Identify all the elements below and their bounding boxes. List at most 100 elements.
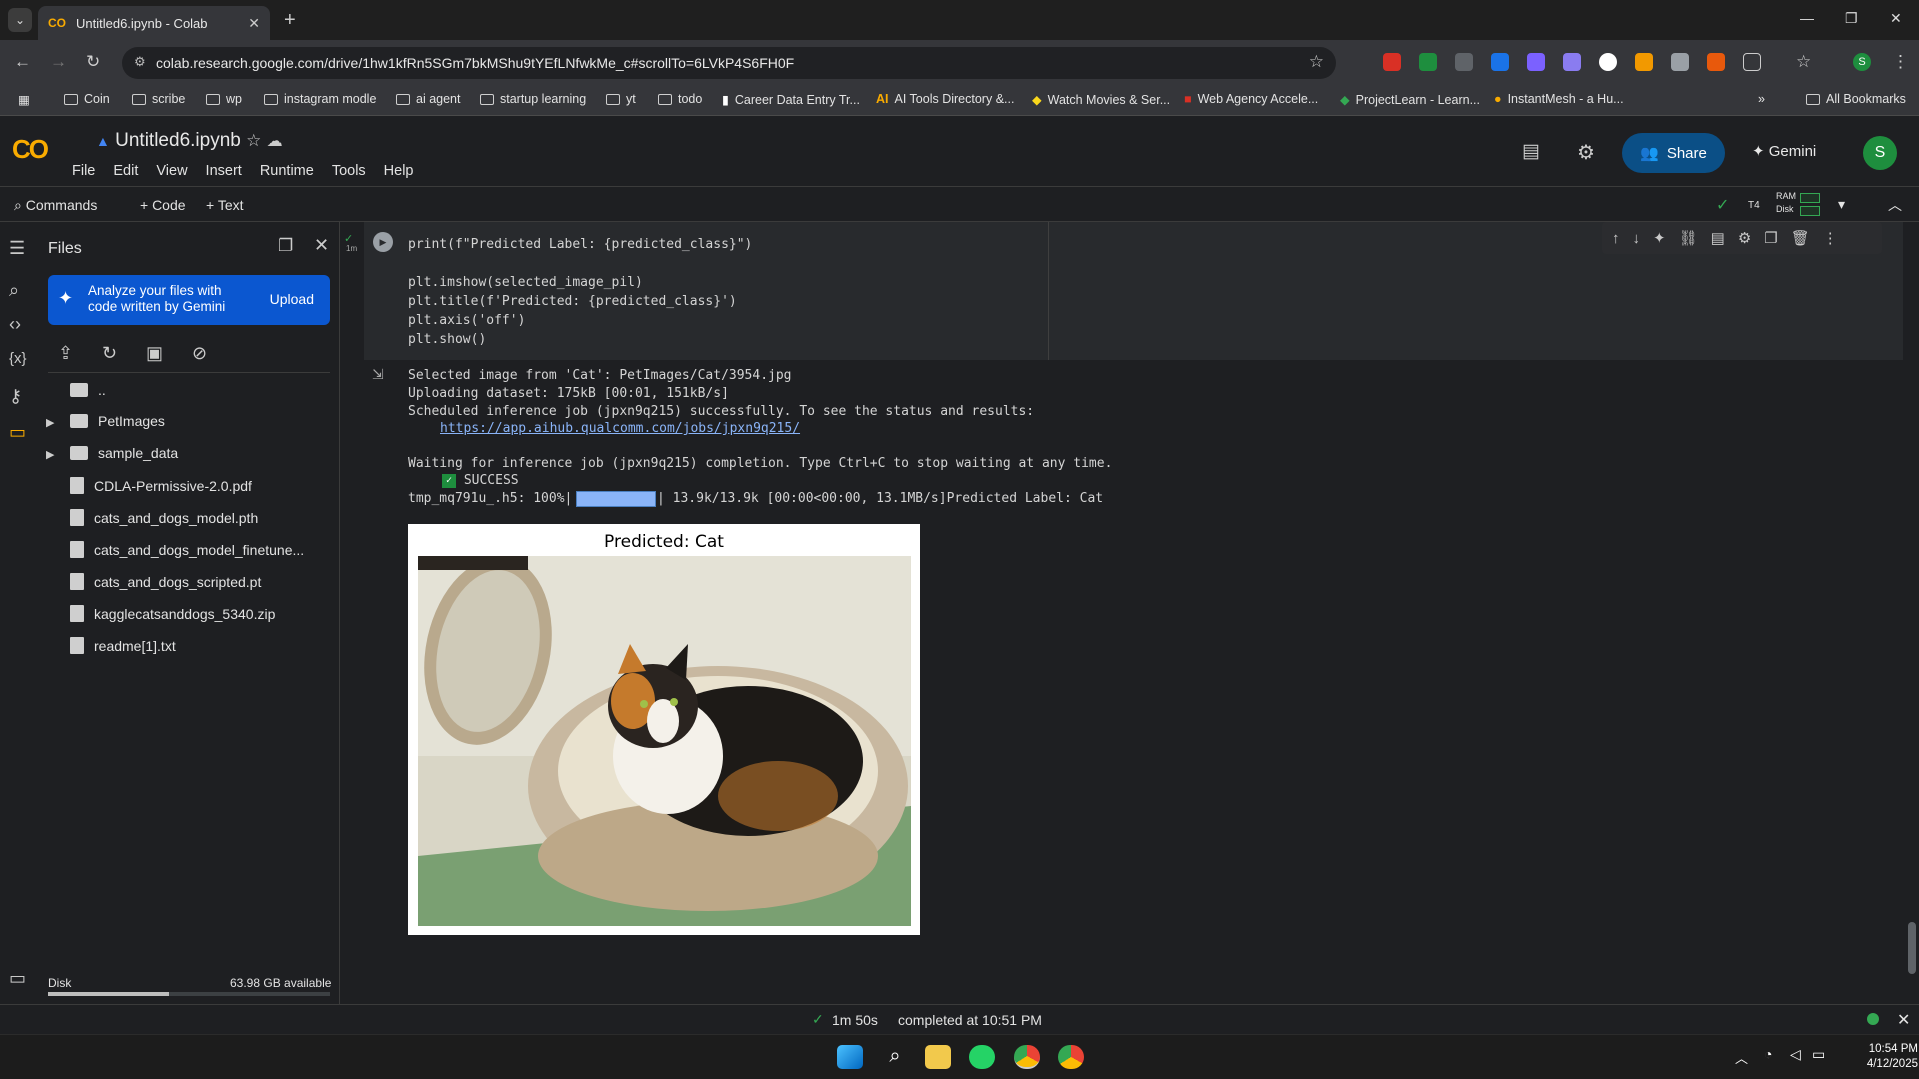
run-cell-button[interactable]: ▶ (373, 232, 393, 252)
upload-button[interactable]: Upload (270, 291, 314, 307)
close-tab-icon[interactable]: ✕ (248, 15, 260, 32)
refresh-icon[interactable]: ↻ (102, 343, 117, 364)
notebook-title[interactable]: ▲ Untitled6.ipynb ☆ ☁ (96, 130, 283, 152)
whatsapp-icon[interactable] (969, 1045, 995, 1069)
tab-search-button[interactable]: ⌄ (8, 8, 32, 32)
runtime-dropdown-icon[interactable]: ▾ (1838, 196, 1845, 213)
bookmark-item[interactable]: wp (206, 92, 242, 106)
profile-avatar[interactable]: S (1853, 53, 1871, 71)
expand-caret-icon[interactable]: ▶ (46, 448, 54, 461)
file-item-folder[interactable]: PetImages (70, 413, 165, 429)
add-text-button[interactable]: + Text (206, 197, 244, 213)
resource-monitor[interactable]: RAM Disk (1776, 190, 1796, 216)
bookmark-item[interactable]: instagram modle (264, 92, 376, 106)
browser-menu-icon[interactable]: ⋮ (1892, 52, 1909, 72)
move-up-icon[interactable]: ↑ (1612, 230, 1620, 247)
runtime-type[interactable]: T4 (1748, 200, 1760, 211)
gemini-analyze-banner[interactable]: ✦ Analyze your files with code written b… (48, 275, 330, 325)
restore-icon[interactable]: ❐ (1845, 10, 1858, 27)
extension-icon[interactable] (1671, 53, 1689, 71)
run-duration[interactable]: 1m 50s (832, 1012, 878, 1028)
settings-gear-icon[interactable]: ⚙ (1577, 140, 1595, 165)
delete-icon[interactable]: 🗑 (1791, 229, 1810, 247)
taskbar-clock[interactable]: 10:54 PM 4/12/2025 (1858, 1042, 1918, 1072)
extension-icon[interactable] (1419, 53, 1437, 71)
bookmark-item[interactable]: ▮ Career Data Entry Tr... (722, 92, 860, 108)
bookmark-star-icon[interactable]: ☆ (1309, 52, 1324, 72)
file-item[interactable]: CDLA-Permissive-2.0.pdf (70, 477, 252, 494)
file-item[interactable]: cats_and_dogs_scripted.pt (70, 573, 261, 590)
files-folder-icon[interactable]: ▭ (9, 422, 26, 443)
apps-grid-icon[interactable]: ▦ (18, 92, 30, 107)
close-status-icon[interactable]: ✕ (1897, 1010, 1910, 1030)
windows-start-icon[interactable] (837, 1045, 863, 1069)
reload-icon[interactable]: ↻ (86, 52, 100, 72)
code-snippets-icon[interactable]: ‹› (9, 314, 21, 335)
extension-icon[interactable] (1491, 53, 1509, 71)
table-of-contents-icon[interactable]: ☰ (9, 238, 25, 259)
chrome-icon[interactable] (1014, 1045, 1040, 1069)
menu-tools[interactable]: Tools (332, 163, 366, 179)
variables-icon[interactable]: {x} (9, 350, 27, 367)
new-tab-button[interactable]: + (284, 9, 296, 32)
back-icon[interactable]: ← (14, 52, 31, 72)
menu-insert[interactable]: Insert (206, 163, 242, 179)
forward-icon[interactable]: → (50, 52, 67, 72)
bookmark-item[interactable]: AI AI Tools Directory &... (876, 92, 1014, 106)
colab-logo[interactable]: CO (12, 134, 49, 165)
file-item[interactable]: cats_and_dogs_model.pth (70, 509, 258, 526)
bookmark-item[interactable]: ai agent (396, 92, 460, 106)
bookmark-item[interactable]: scribe (132, 92, 185, 106)
more-actions-icon[interactable]: ⋮ (1823, 229, 1838, 247)
collapse-header-icon[interactable]: ︿ (1888, 195, 1902, 215)
share-button[interactable]: 👥 Share (1622, 133, 1725, 173)
star-icon[interactable]: ☆ (246, 131, 261, 150)
menu-edit[interactable]: Edit (113, 163, 138, 179)
file-item[interactable]: readme[1].txt (70, 637, 176, 654)
bookmark-item[interactable]: ◆ ProjectLearn - Learn... (1340, 92, 1480, 108)
expand-caret-icon[interactable]: ▶ (46, 416, 54, 429)
wifi-icon[interactable]: ◔ (1764, 1046, 1772, 1062)
bookmarks-icon[interactable]: ☆ (1796, 52, 1811, 72)
bookmark-item[interactable]: ● InstantMesh - a Hu... (1494, 92, 1624, 106)
find-replace-icon[interactable]: ⌕ (9, 280, 19, 301)
extensions-puzzle-icon[interactable] (1743, 53, 1761, 71)
file-item-parent[interactable]: .. (70, 382, 106, 398)
extension-icon[interactable] (1527, 53, 1545, 71)
file-item[interactable]: cats_and_dogs_model_finetune... (70, 541, 304, 558)
menu-help[interactable]: Help (384, 163, 414, 179)
file-explorer-icon[interactable] (925, 1045, 951, 1069)
bookmark-item[interactable]: Coin (64, 92, 110, 106)
file-item-folder[interactable]: sample_data (70, 445, 178, 461)
scrollbar-thumb[interactable] (1908, 922, 1916, 974)
cell-settings-icon[interactable]: ⚙ (1738, 229, 1751, 247)
volume-icon[interactable]: ◁ (1790, 1046, 1801, 1063)
more-bookmarks-icon[interactable]: » (1758, 92, 1765, 106)
battery-icon[interactable]: ▭ (1812, 1046, 1825, 1063)
hide-files-eye-icon[interactable]: ⊘ (192, 343, 207, 364)
bookmark-item[interactable]: yt (606, 92, 636, 106)
move-down-icon[interactable]: ↓ (1633, 230, 1641, 247)
close-window-icon[interactable]: ✕ (1890, 10, 1902, 27)
link-icon[interactable]: ⛓ (1679, 229, 1698, 247)
upload-file-icon[interactable]: ⇪ (58, 343, 73, 364)
close-panel-icon[interactable]: ✕ (314, 235, 329, 256)
job-link[interactable]: https://app.aihub.qualcomm.com/jobs/jpxn… (440, 421, 800, 436)
menu-file[interactable]: File (72, 163, 95, 179)
add-code-button[interactable]: + Code (140, 197, 186, 213)
bookmark-item[interactable]: ◆ Watch Movies & Ser... (1032, 92, 1170, 108)
bookmark-item[interactable]: todo (658, 92, 702, 106)
bookmark-item[interactable]: ■ Web Agency Accele... (1184, 92, 1318, 106)
search-icon[interactable]: ⌕ (882, 1045, 908, 1069)
extension-icon[interactable] (1635, 53, 1653, 71)
open-in-tab-icon[interactable]: ❐ (278, 236, 293, 256)
minimize-icon[interactable]: — (1800, 10, 1814, 26)
address-bar[interactable]: ⚙ colab.research.google.com/drive/1hw1kf… (122, 47, 1336, 79)
extension-icon[interactable] (1383, 53, 1401, 71)
chrome-profile-icon[interactable] (1058, 1045, 1084, 1069)
hidden-icons-chevron[interactable]: ︿ (1735, 1048, 1748, 1067)
extension-icon[interactable] (1599, 53, 1617, 71)
comment-icon[interactable]: ▤ (1711, 229, 1725, 247)
site-info-icon[interactable]: ⚙ (134, 54, 146, 70)
extension-icon[interactable] (1455, 53, 1473, 71)
